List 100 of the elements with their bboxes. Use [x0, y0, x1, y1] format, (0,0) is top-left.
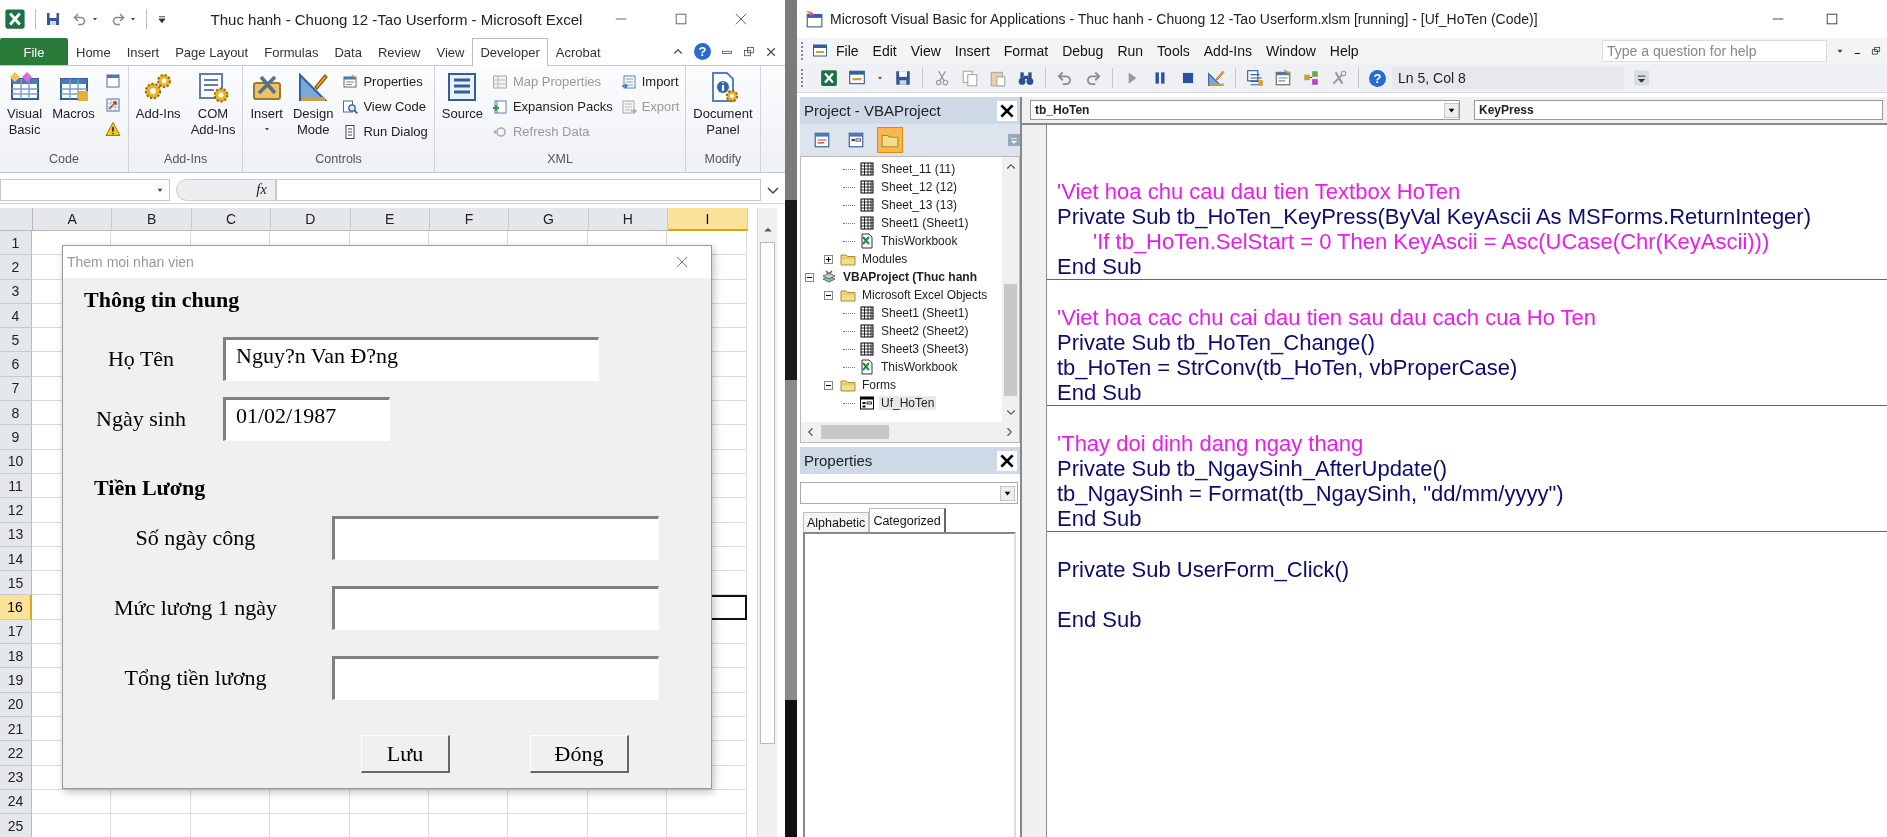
caret-icon[interactable]: [876, 74, 884, 82]
scrollbar[interactable]: [800, 422, 1020, 443]
row-header[interactable]: 20: [0, 692, 32, 717]
help-search-field[interactable]: Type a question for help: [1602, 40, 1827, 62]
column-header[interactable]: H: [588, 208, 669, 231]
binoculars-icon[interactable]: [1017, 69, 1035, 87]
text-field[interactable]: [332, 656, 659, 700]
restore-icon[interactable]: [743, 45, 755, 58]
text-field[interactable]: [332, 586, 659, 630]
ribbon-tab[interactable]: Developer: [472, 38, 548, 66]
row-header[interactable]: 6: [0, 352, 32, 377]
row-header[interactable]: 9: [0, 425, 32, 450]
panel-tab[interactable]: Categorized: [869, 508, 946, 532]
row-header[interactable]: 11: [0, 473, 32, 499]
row-header[interactable]: 18: [0, 644, 32, 669]
ribbon-button[interactable]: Document Panel: [690, 69, 756, 152]
ribbon-button[interactable]: Design Mode: [289, 69, 337, 152]
row-header[interactable]: 7: [0, 376, 32, 402]
formula-field[interactable]: [276, 178, 761, 201]
collapse-icon[interactable]: [805, 272, 814, 282]
ribbon-button[interactable]: Add-Ins: [132, 69, 184, 152]
ribbon-tab[interactable]: Acrobat: [547, 38, 609, 65]
ribbon-button[interactable]: Macros: [49, 69, 98, 152]
ruler-pencil-icon[interactable]: [1207, 69, 1225, 87]
row-header[interactable]: 10: [0, 449, 32, 474]
insert-function-button[interactable]: fx: [176, 178, 276, 201]
tree-item[interactable]: ThisWorkbook: [879, 234, 960, 248]
undo-icon[interactable]: [72, 11, 88, 27]
row-header[interactable]: 23: [0, 765, 32, 790]
row-header[interactable]: 1: [0, 231, 32, 256]
tree-item[interactable]: VBAProject (Thuc hanh: [841, 270, 979, 284]
text-field[interactable]: Nguy?n Van Đ?ng: [223, 337, 599, 381]
procedure-dropdown[interactable]: KeyPress: [1474, 100, 1883, 120]
expand-icon[interactable]: [824, 254, 833, 264]
redo-icon[interactable]: [110, 11, 126, 27]
ribbon-button[interactable]: Insert: [247, 69, 286, 152]
row-header[interactable]: 15: [0, 571, 32, 596]
row-header[interactable]: 25: [0, 814, 32, 837]
tree-item[interactable]: Sheet3 (Sheet3): [879, 342, 971, 356]
column-header[interactable]: B: [112, 208, 192, 231]
ribbon-button[interactable]: Properties: [340, 71, 430, 92]
app-logo-icon[interactable]: [805, 10, 823, 28]
row-header[interactable]: 4: [0, 303, 32, 329]
maximize-icon[interactable]: [1825, 12, 1839, 26]
properties-icon[interactable]: [1274, 69, 1292, 87]
menu-item[interactable]: Run: [1111, 43, 1150, 59]
maximize-icon[interactable]: [674, 12, 688, 26]
text-field[interactable]: 01/02/1987: [223, 397, 390, 441]
object-dropdown[interactable]: tb_HoTen: [1030, 100, 1460, 120]
column-header[interactable]: I: [668, 208, 748, 231]
ribbon-button[interactable]: Source: [438, 69, 486, 152]
form-insert-icon[interactable]: [812, 43, 828, 59]
tree-item[interactable]: Sheet_13 (13): [879, 198, 960, 212]
ribbon-tab[interactable]: Home: [68, 38, 119, 65]
save-button[interactable]: Lưu: [361, 735, 450, 773]
undo-icon[interactable]: [1056, 69, 1074, 87]
restore-icon[interactable]: [1871, 46, 1881, 56]
ribbon-tab[interactable]: File: [0, 38, 68, 65]
tree-item[interactable]: Sheet_12 (12): [879, 180, 960, 194]
ribbon-button[interactable]: Visual Basic: [4, 69, 46, 152]
redo-icon[interactable]: [1084, 69, 1102, 87]
ribbon-tab[interactable]: Insert: [118, 38, 168, 65]
tree-item[interactable]: Sheet1 (Sheet1): [879, 216, 971, 230]
tree-item[interactable]: Modules: [860, 252, 910, 266]
menu-item[interactable]: Debug: [1056, 43, 1110, 59]
close-icon[interactable]: [997, 100, 1017, 121]
caret-icon[interactable]: [91, 15, 99, 23]
caret-icon[interactable]: [129, 15, 137, 23]
help-button[interactable]: ?: [1369, 69, 1386, 87]
scrollbar[interactable]: [1002, 157, 1019, 422]
customize-icon[interactable]: [156, 13, 168, 25]
ribbon-button[interactable]: Import: [618, 71, 682, 92]
ribbon-tab[interactable]: Review: [369, 38, 429, 65]
menu-item[interactable]: Edit: [866, 43, 903, 59]
tree-item[interactable]: Sheet_11 (11): [879, 162, 958, 176]
column-header[interactable]: G: [509, 208, 589, 231]
app-logo-icon[interactable]: [4, 8, 26, 30]
row-header[interactable]: 21: [0, 716, 32, 742]
tree-item[interactable]: Forms: [860, 378, 898, 392]
ribbon-tab[interactable]: View: [428, 38, 473, 65]
ribbon-tab[interactable]: Page Layout: [167, 38, 257, 65]
text-field[interactable]: [332, 516, 659, 560]
row-header[interactable]: 24: [0, 789, 32, 815]
column-header[interactable]: E: [350, 208, 430, 231]
row-header[interactable]: 16: [0, 595, 32, 620]
column-header[interactable]: D: [271, 208, 351, 231]
row-header[interactable]: 13: [0, 522, 32, 547]
project-tree-icon[interactable]: [1246, 69, 1264, 87]
column-header[interactable]: F: [429, 208, 510, 231]
column-header[interactable]: A: [33, 208, 113, 231]
grid-arrow-icon[interactable]: [104, 97, 121, 113]
scrollbar[interactable]: [757, 208, 777, 837]
object-browser-icon[interactable]: [1302, 69, 1320, 87]
row-header[interactable]: 22: [0, 741, 32, 766]
menu-item[interactable]: Help: [1323, 43, 1365, 59]
ribbon-button[interactable]: Run Dialog: [340, 121, 430, 142]
app-logo-icon[interactable]: [820, 69, 838, 87]
menu-item[interactable]: Add-Ins: [1197, 43, 1259, 59]
sheet-icon[interactable]: [104, 73, 121, 89]
save-icon[interactable]: [894, 69, 912, 87]
